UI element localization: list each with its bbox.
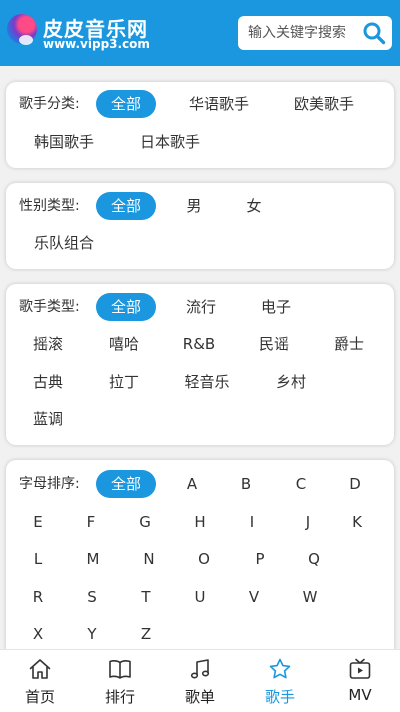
- letter-g[interactable]: G: [133, 504, 157, 540]
- option-blues[interactable]: 蓝调: [26, 401, 70, 437]
- letter-b[interactable]: B: [234, 466, 258, 502]
- tv-icon: [349, 658, 371, 679]
- letter-c[interactable]: C: [289, 466, 313, 502]
- tab-label: 首页: [24, 688, 55, 706]
- music-note-icon: [190, 659, 210, 679]
- option-hiphop[interactable]: 嘻哈: [102, 326, 146, 362]
- tab-playlist[interactable]: 歌单: [160, 650, 240, 712]
- tab-label: 歌手: [264, 688, 295, 706]
- letter-f[interactable]: F: [79, 504, 103, 540]
- search-box: [238, 16, 392, 50]
- letter-q[interactable]: Q: [302, 541, 326, 577]
- option-electronic[interactable]: 电子: [254, 289, 298, 325]
- gender-filter-card: 性别类型: 全部 男 女 乐队组合: [6, 183, 394, 269]
- option-band[interactable]: 乐队组合: [24, 225, 104, 261]
- letter-z[interactable]: Z: [134, 616, 158, 652]
- letter-e[interactable]: E: [26, 504, 50, 540]
- letter-v[interactable]: V: [242, 579, 266, 615]
- option-classical[interactable]: 古典: [26, 364, 70, 400]
- star-icon: [269, 658, 291, 679]
- tab-home[interactable]: 首页: [0, 650, 80, 712]
- option-chinese-singers[interactable]: 华语歌手: [179, 86, 259, 122]
- letter-j[interactable]: J: [296, 504, 320, 540]
- option-female[interactable]: 女: [239, 188, 269, 224]
- option-all[interactable]: 全部: [96, 90, 156, 118]
- option-male[interactable]: 男: [179, 188, 209, 224]
- filter-label: 性别类型:: [19, 198, 80, 214]
- tab-label: 排行: [104, 688, 135, 706]
- letter-w[interactable]: W: [297, 579, 323, 615]
- letter-h[interactable]: H: [188, 504, 212, 540]
- site-url: www.vipp3.com: [43, 37, 150, 51]
- option-rnb[interactable]: R&B: [177, 326, 221, 362]
- letter-y[interactable]: Y: [80, 616, 104, 652]
- option-light-music[interactable]: 轻音乐: [177, 364, 237, 400]
- singer-region-filter-card: 歌手分类: 全部 华语歌手 欧美歌手 韩国歌手 日本歌手: [6, 82, 394, 168]
- option-western-singers[interactable]: 欧美歌手: [284, 86, 364, 122]
- option-pop[interactable]: 流行: [179, 289, 223, 325]
- letter-x[interactable]: X: [26, 616, 50, 652]
- option-japanese-singers[interactable]: 日本歌手: [130, 124, 210, 160]
- letter-d[interactable]: D: [343, 466, 367, 502]
- tab-singers[interactable]: 歌手: [240, 650, 320, 712]
- letter-p[interactable]: P: [248, 541, 272, 577]
- letter-s[interactable]: S: [80, 579, 104, 615]
- option-all[interactable]: 全部: [96, 293, 156, 321]
- letter-u[interactable]: U: [188, 579, 212, 615]
- letter-m[interactable]: M: [80, 541, 106, 577]
- option-all[interactable]: 全部: [96, 470, 156, 498]
- option-jazz[interactable]: 爵士: [327, 326, 371, 362]
- option-all[interactable]: 全部: [96, 192, 156, 220]
- letter-r[interactable]: R: [26, 579, 50, 615]
- option-korean-singers[interactable]: 韩国歌手: [24, 124, 104, 160]
- header-bar: 皮皮音乐网 www.vipp3.com: [0, 0, 400, 66]
- option-latin[interactable]: 拉丁: [102, 364, 146, 400]
- option-folk[interactable]: 民谣: [252, 326, 296, 362]
- tab-mv[interactable]: MV: [320, 650, 400, 712]
- letter-l[interactable]: L: [26, 541, 50, 577]
- filter-label: 歌手分类:: [19, 96, 80, 112]
- tab-label: 歌单: [184, 688, 215, 706]
- filter-label: 歌手类型:: [19, 299, 80, 315]
- option-rock[interactable]: 摇滚: [26, 326, 70, 362]
- search-input[interactable]: [238, 16, 358, 50]
- letter-filter-card: 字母排序: 全部 A B C D E F G H I J K L M N O P…: [6, 460, 394, 660]
- home-icon: [29, 659, 51, 679]
- letter-t[interactable]: T: [134, 579, 158, 615]
- letter-n[interactable]: N: [137, 541, 161, 577]
- genre-filter-card: 歌手类型: 全部 流行 电子 摇滚 嘻哈 R&B 民谣 爵士 古典 拉丁 轻音乐…: [6, 284, 394, 445]
- search-icon[interactable]: [362, 21, 386, 45]
- book-icon: [109, 660, 131, 679]
- tab-ranking[interactable]: 排行: [80, 650, 160, 712]
- filter-label: 字母排序:: [19, 476, 80, 492]
- letter-k[interactable]: K: [345, 504, 369, 540]
- bottom-tab-bar: 首页 排行 歌单 歌手 MV: [0, 649, 400, 712]
- letter-o[interactable]: O: [192, 541, 216, 577]
- option-country[interactable]: 乡村: [269, 364, 313, 400]
- site-logo-icon[interactable]: [7, 14, 37, 45]
- tab-label: MV: [348, 686, 372, 704]
- letter-a[interactable]: A: [180, 466, 204, 502]
- letter-i[interactable]: I: [240, 504, 264, 540]
